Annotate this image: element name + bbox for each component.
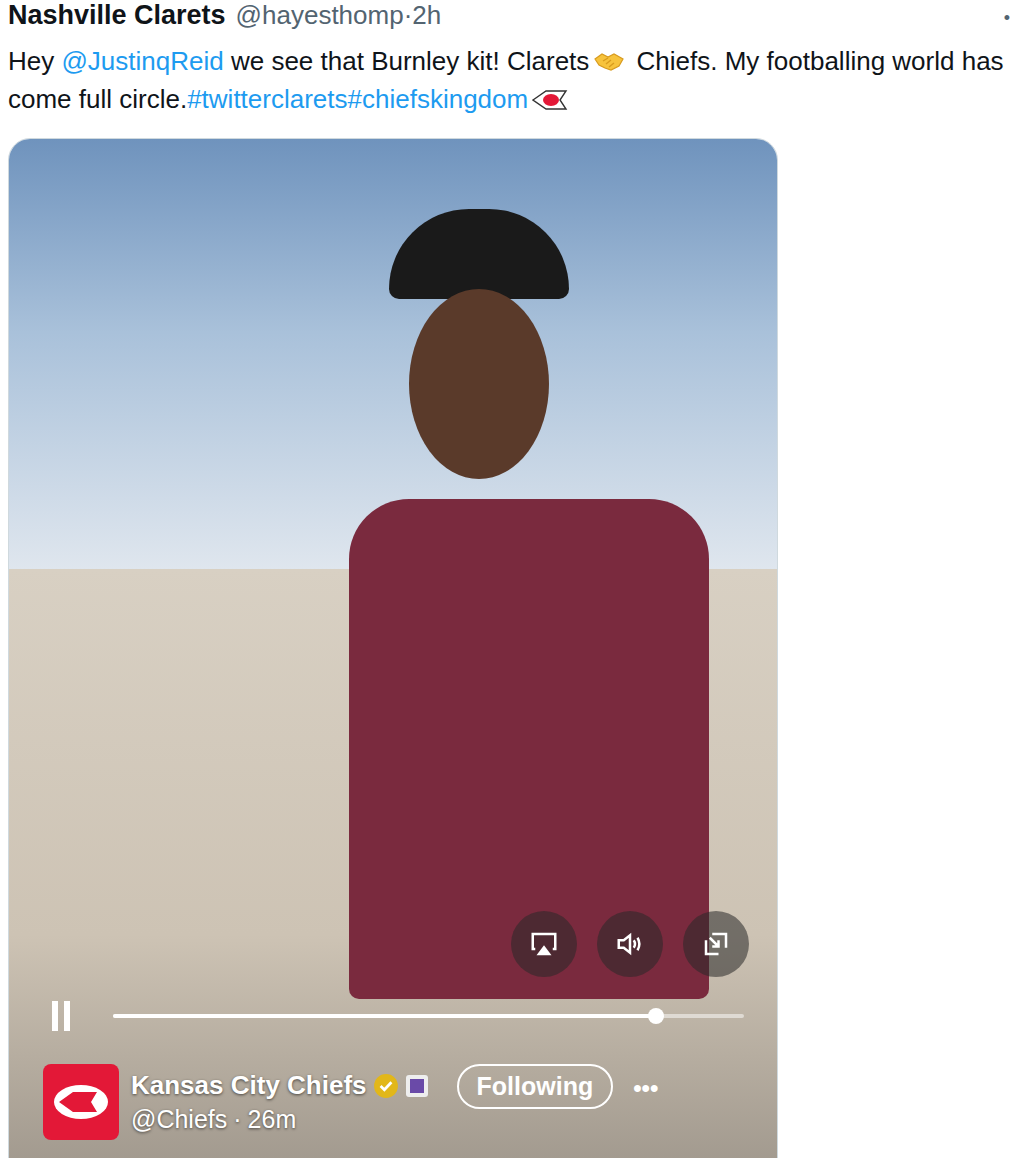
tweet: Nashville Clarets@hayesthomp·2h•Hey @Jus…: [0, 0, 1014, 1158]
embed-author-bar: Kansas City Chiefs @Chiefs·26m Following ••…: [43, 1064, 753, 1140]
play-pause-button[interactable]: [49, 1001, 73, 1031]
following-button[interactable]: Following: [457, 1064, 614, 1109]
video-controls: [511, 911, 749, 977]
embed-handle[interactable]: @Chiefs: [131, 1105, 227, 1134]
super-bowl-badge-icon: [405, 1074, 429, 1098]
progress-fill: [113, 1014, 656, 1018]
progress-track[interactable]: [113, 1014, 744, 1018]
tweet-text: Hey @JustinqReid we see that Burnley kit…: [8, 42, 1008, 118]
video-frame: [9, 139, 777, 1158]
tweet-time[interactable]: 2h: [412, 0, 441, 30]
meta-separator: ·: [404, 0, 413, 30]
text-part: we see that Burnley kit! Clarets: [224, 46, 590, 76]
airplay-button[interactable]: [511, 911, 577, 977]
hashtag-link[interactable]: #twitterclarets: [187, 84, 347, 114]
embed-time: 26m: [248, 1105, 297, 1134]
mention-link[interactable]: @JustinqReid: [61, 46, 223, 76]
video-player[interactable]: Kansas City Chiefs @Chiefs·26m Following ••…: [8, 138, 778, 1158]
embed-names: Kansas City Chiefs @Chiefs·26m: [131, 1070, 429, 1134]
chiefs-logo-icon[interactable]: [43, 1064, 119, 1140]
author-name[interactable]: Nashville Clarets: [8, 0, 226, 31]
embed-meta: @Chiefs·26m: [131, 1105, 429, 1134]
author-meta: @hayesthomp·2h: [236, 0, 442, 31]
author-handle[interactable]: @hayesthomp: [236, 0, 404, 30]
picture-in-picture-icon: [701, 929, 731, 959]
progress-thumb[interactable]: [648, 1008, 664, 1024]
embed-separator: ·: [233, 1105, 241, 1134]
airplay-icon: [529, 929, 559, 959]
pip-button[interactable]: [683, 911, 749, 977]
volume-button[interactable]: [597, 911, 663, 977]
embed-more-button[interactable]: •••: [633, 1064, 658, 1102]
handshake-icon: [593, 49, 625, 73]
tweet-header: Nashville Clarets @hayesthomp·2h •: [8, 0, 1014, 34]
verified-badge-icon: [373, 1073, 399, 1099]
embed-author-name[interactable]: Kansas City Chiefs: [131, 1070, 367, 1101]
more-button[interactable]: •: [1004, 8, 1010, 29]
chiefs-arrowhead-icon: [532, 89, 568, 111]
pause-icon: [49, 1001, 73, 1031]
progress-row: [49, 1001, 744, 1031]
hashtag-link[interactable]: #chiefskingdom: [348, 84, 529, 114]
text-part: Hey: [8, 46, 61, 76]
volume-icon: [615, 929, 645, 959]
